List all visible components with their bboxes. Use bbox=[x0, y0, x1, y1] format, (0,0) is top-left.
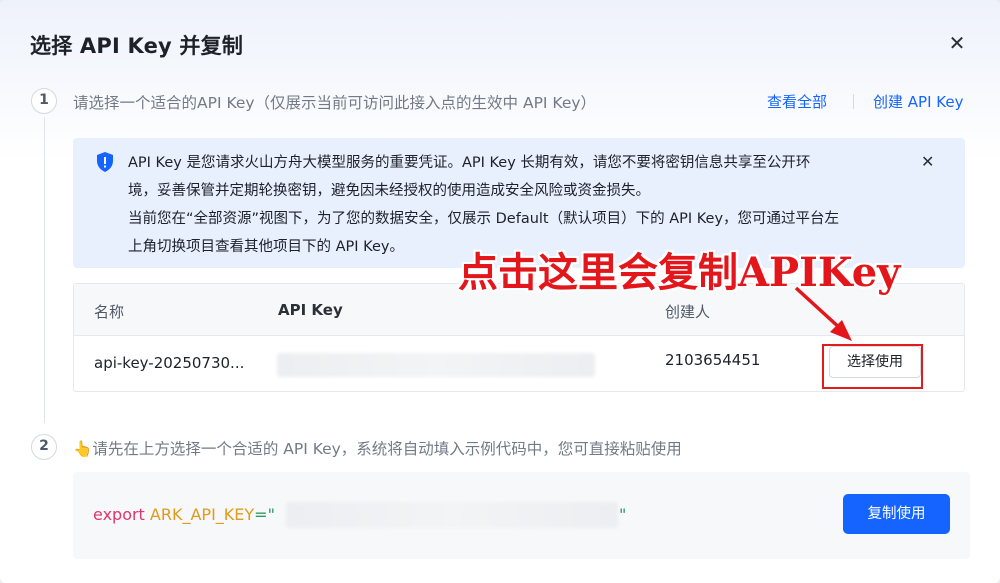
alert-line-3: 当前您在“全部资源”视图下，为了您的数据安全，仅展示 Default（默认项目）… bbox=[128, 211, 840, 227]
step2-instruction: 👆请先在上方选择一个合适的 API Key，系统将自动填入示例代码中，您可直接粘… bbox=[73, 437, 682, 459]
code-quote-close: " bbox=[619, 505, 627, 524]
alert-line-2: 境，妥善保管并定期轮换密钥，避免因未经授权的使用造成安全风险或资金损失。 bbox=[128, 183, 650, 199]
row-key-name: api-key-20250730... bbox=[94, 354, 245, 372]
view-all-link[interactable]: 查看全部 bbox=[767, 91, 827, 112]
close-icon[interactable]: ✕ bbox=[946, 32, 968, 54]
step-connector-line bbox=[44, 117, 45, 423]
create-api-key-link[interactable]: 创建 API Key bbox=[873, 91, 963, 112]
link-divider bbox=[853, 94, 854, 109]
annotation-arrow-icon bbox=[794, 286, 852, 341]
code-line: export ARK_API_KEY=" bbox=[93, 505, 275, 524]
header-name: 名称 bbox=[94, 303, 125, 321]
step-number-2: 2 bbox=[31, 434, 57, 460]
header-api-key: API Key bbox=[278, 301, 343, 319]
masked-api-key bbox=[277, 353, 595, 377]
alert-close-icon[interactable]: ✕ bbox=[921, 152, 934, 171]
code-snippet: export ARK_API_KEY=" " 复制使用 bbox=[73, 472, 970, 559]
header-creator: 创建人 bbox=[665, 303, 711, 321]
step2-text: 请先在上方选择一个合适的 API Key，系统将自动填入示例代码中，您可直接粘贴… bbox=[92, 440, 682, 458]
alert-line-1: API Key 是您请求火山方舟大模型服务的重要凭证。API Key 长期有效，… bbox=[128, 155, 811, 171]
modal-title: 选择 API Key 并复制 bbox=[30, 34, 244, 58]
api-key-modal: 选择 API Key 并复制 ✕ 1 请选择一个适合的API Key（仅展示当前… bbox=[0, 0, 1000, 583]
step-number-1: 1 bbox=[31, 88, 57, 114]
code-variable: ARK_API_KEY bbox=[149, 505, 255, 524]
annotation-highlight-box bbox=[822, 344, 923, 389]
code-operator: = bbox=[254, 505, 268, 524]
shield-icon bbox=[97, 152, 113, 172]
step1-instruction: 请选择一个适合的API Key（仅展示当前可访问此接入点的生效中 API Key… bbox=[73, 94, 597, 112]
row-creator: 2103654451 bbox=[665, 351, 761, 369]
copy-use-button[interactable]: 复制使用 bbox=[843, 494, 950, 534]
code-quote-open: " bbox=[267, 505, 275, 524]
code-keyword: export bbox=[93, 505, 145, 524]
pointing-up-icon: 👆 bbox=[73, 440, 93, 458]
masked-code-key bbox=[286, 502, 618, 528]
